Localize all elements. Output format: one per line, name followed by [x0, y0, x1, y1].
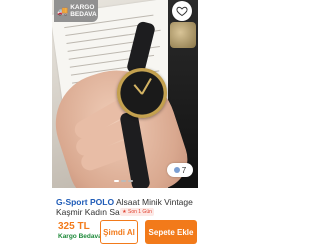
heart-icon [176, 6, 188, 17]
favorite-button[interactable] [172, 1, 192, 21]
badge-line1: KARGO [70, 3, 95, 11]
product-brand: G-Sport POLO [56, 197, 115, 207]
free-shipping-badge: 🚚 KARGO BEDAVA [54, 0, 98, 22]
promo-chip: ★ Son 1 Gün [120, 208, 154, 216]
background-gold-object [170, 22, 196, 48]
image-count-badge: 7 [167, 163, 193, 177]
image-count: 7 [181, 165, 187, 175]
product-card[interactable]: 🚚 KARGO BEDAVA 7 G-Sport POLO Alsaat Min… [52, 0, 198, 250]
image-pager [114, 180, 133, 182]
add-to-cart-button[interactable]: Sepete Ekle [145, 220, 197, 244]
free-shipping-label: Kargo Bedava [58, 233, 102, 240]
badge-line2: BEDAVA [70, 11, 97, 18]
buy-now-button[interactable]: Şimdi Al [100, 220, 138, 244]
photo-icon [173, 167, 180, 173]
product-price: 325 TL [58, 221, 90, 232]
truck-icon: 🚚 [57, 5, 69, 16]
product-image[interactable] [52, 0, 198, 188]
